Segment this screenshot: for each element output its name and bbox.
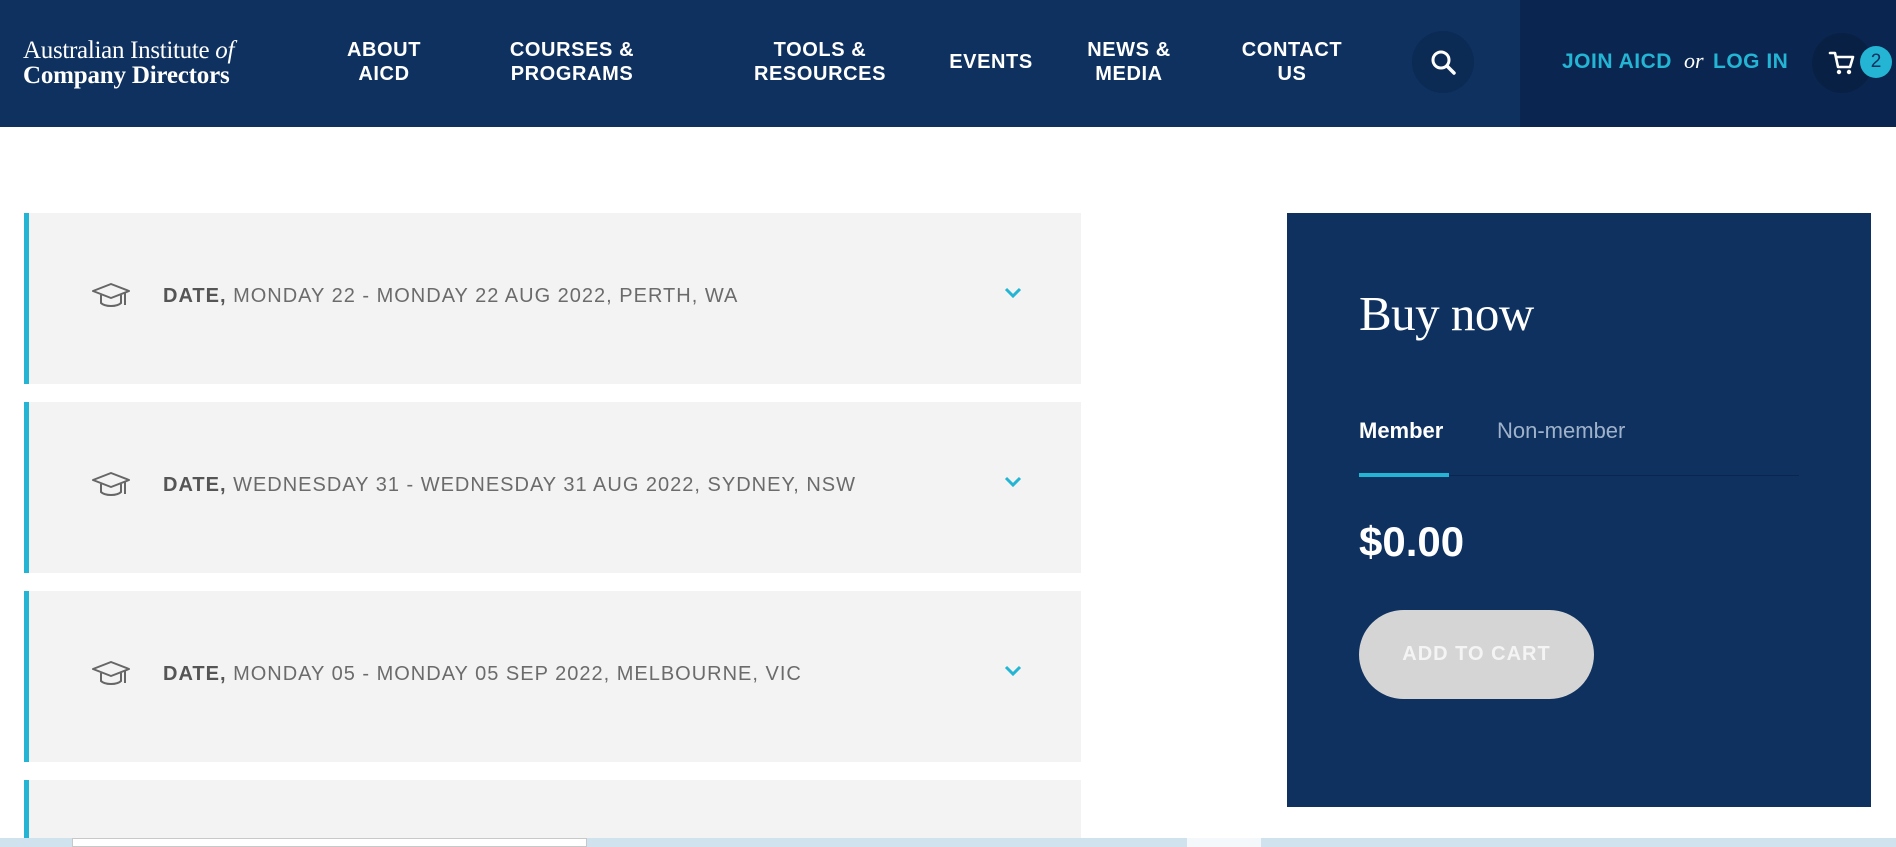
nav-news-media[interactable]: NEWS & MEDIA — [1080, 38, 1178, 86]
session-item[interactable]: DATE, WEDNESDAY 31 - WEDNESDAY 31 AUG 20… — [24, 402, 1081, 573]
or-separator: or — [1684, 48, 1704, 73]
bottom-edge-strip — [0, 838, 1896, 847]
chevron-down-icon[interactable] — [1004, 665, 1022, 677]
session-date: DATE, MONDAY 05 - MONDAY 05 SEP 2022, ME… — [163, 663, 802, 685]
active-tab-indicator — [1359, 473, 1449, 477]
graduation-cap-icon — [92, 472, 130, 496]
graduation-cap-icon — [92, 661, 130, 685]
tab-non-member[interactable]: Non-member — [1497, 418, 1625, 444]
nav-tools-resources[interactable]: TOOLS & RESOURCES — [748, 38, 892, 86]
tab-member[interactable]: Member — [1359, 418, 1443, 444]
session-date: DATE, WEDNESDAY 31 - WEDNESDAY 31 AUG 20… — [163, 474, 856, 496]
session-item[interactable]: DATE, MONDAY 22 - MONDAY 22 AUG 2022, PE… — [24, 213, 1081, 384]
search-icon — [1431, 50, 1456, 75]
cart-icon — [1828, 51, 1855, 75]
graduation-cap-icon — [92, 283, 130, 307]
cart-count-badge: 2 — [1860, 46, 1892, 78]
log-in-link[interactable]: LOG IN — [1713, 50, 1788, 74]
nav-events[interactable]: EVENTS — [946, 50, 1036, 74]
buy-now-panel: Buy now Member Non-member $0.00 ADD TO C… — [1287, 213, 1871, 807]
buy-now-title: Buy now — [1359, 286, 1534, 341]
add-to-cart-button[interactable]: ADD TO CART — [1359, 610, 1594, 699]
site-logo[interactable]: Australian Institute of Company Director… — [23, 38, 234, 88]
join-aicd-link[interactable]: JOIN AICD — [1562, 50, 1672, 74]
search-button[interactable] — [1412, 31, 1474, 93]
chevron-down-icon[interactable] — [1004, 476, 1022, 488]
session-item[interactable]: DATE, MONDAY 05 - MONDAY 05 SEP 2022, ME… — [24, 591, 1081, 762]
bottom-strip-box — [72, 838, 587, 847]
session-item-partial[interactable] — [24, 780, 1081, 847]
bottom-strip-pale — [1187, 838, 1261, 847]
nav-about-aicd[interactable]: ABOUT AICD — [328, 38, 440, 86]
chevron-down-icon[interactable] — [1004, 287, 1022, 299]
site-header: Australian Institute of Company Director… — [0, 0, 1896, 127]
nav-contact-us[interactable]: CONTACT US — [1236, 38, 1348, 86]
session-date: DATE, MONDAY 22 - MONDAY 22 AUG 2022, PE… — [163, 285, 739, 307]
price: $0.00 — [1359, 518, 1465, 565]
nav-courses-programs[interactable]: COURSES & PROGRAMS — [500, 38, 644, 86]
